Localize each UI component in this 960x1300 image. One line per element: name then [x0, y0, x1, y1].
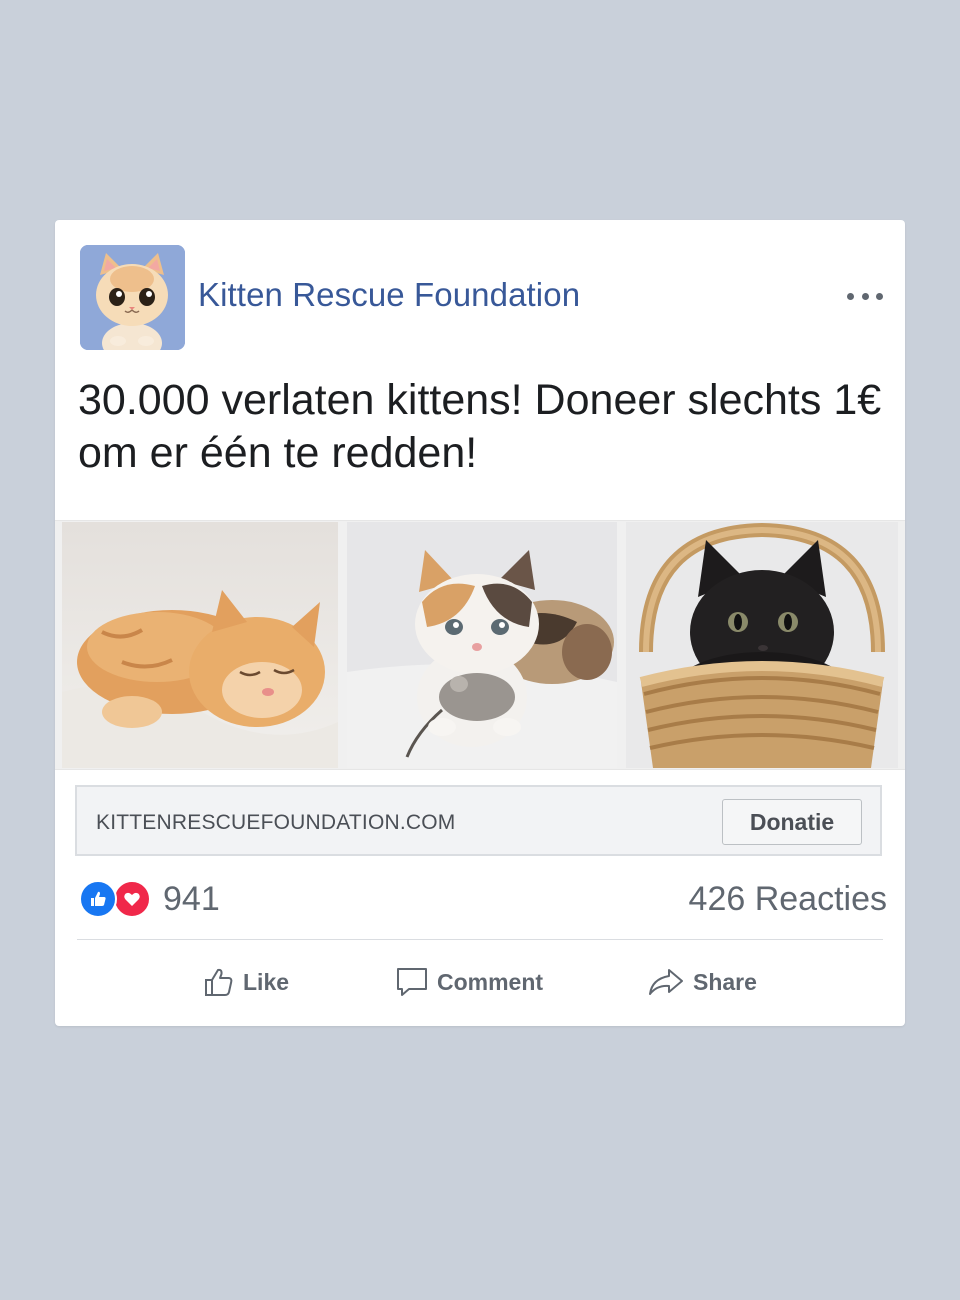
photo-sleeping-orange-kitten[interactable] — [62, 522, 338, 768]
page-name-link[interactable]: Kitten Rescue Foundation — [198, 276, 580, 314]
comment-label: Comment — [437, 968, 544, 995]
post-card: Kitten Rescue Foundation 30.000 verlaten… — [55, 220, 905, 1026]
post-text: 30.000 verlaten kittens! Doneer slechts … — [78, 376, 882, 477]
share-arrow-icon — [647, 966, 685, 998]
more-options-icon[interactable] — [847, 282, 883, 310]
like-label: Like — [243, 968, 290, 995]
photo-gallery — [55, 520, 905, 770]
cartoon-kitten-avatar-icon — [80, 245, 185, 350]
comment-icon — [395, 966, 429, 998]
reaction-summary[interactable]: 941 — [79, 878, 220, 920]
love-reaction-icon — [113, 880, 151, 918]
divider — [77, 939, 883, 940]
donate-button[interactable]: Donatie — [722, 799, 862, 845]
share-label: Share — [693, 968, 757, 995]
comment-button[interactable]: Comment — [395, 962, 543, 1002]
thumbs-up-icon — [203, 966, 235, 998]
page-avatar[interactable] — [80, 245, 185, 350]
photo-calico-kitten-with-toy-mouse[interactable] — [347, 522, 617, 768]
like-button[interactable]: Like — [203, 962, 289, 1002]
photo-black-kitten-in-basket[interactable] — [626, 522, 898, 768]
link-preview-bar[interactable]: KITTENRESCUEFOUNDATION.COM Donatie — [75, 785, 882, 856]
like-reaction-icon — [79, 880, 117, 918]
share-button[interactable]: Share — [647, 962, 757, 1002]
comments-count-link[interactable]: 426 Reacties — [689, 880, 887, 919]
reaction-count: 941 — [163, 879, 220, 918]
link-domain: KITTENRESCUEFOUNDATION.COM — [96, 811, 456, 834]
